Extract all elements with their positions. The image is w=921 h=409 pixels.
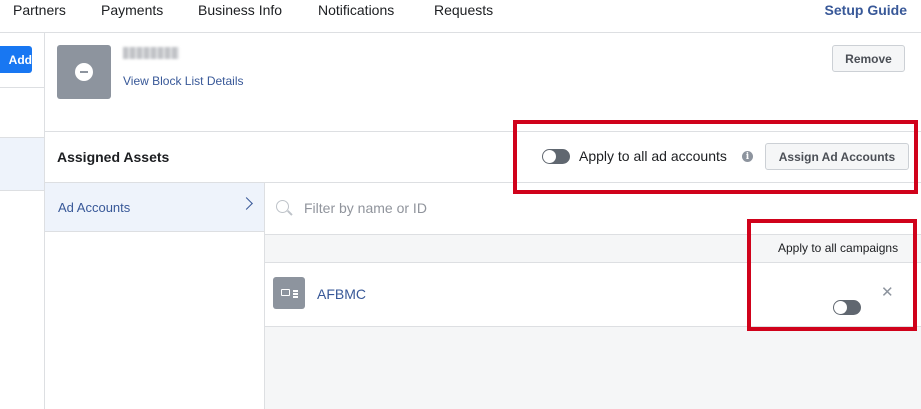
nav-notifications[interactable]: Notifications bbox=[318, 2, 394, 18]
divider bbox=[0, 87, 44, 88]
left-list bbox=[0, 33, 45, 409]
nav-partners[interactable]: Partners bbox=[13, 2, 66, 18]
block-icon bbox=[57, 45, 111, 99]
nav-payments[interactable]: Payments bbox=[101, 2, 163, 18]
setup-guide-link[interactable]: Setup Guide bbox=[825, 2, 907, 18]
add-button[interactable]: Add bbox=[0, 46, 32, 73]
category-ad-accounts-label: Ad Accounts bbox=[58, 200, 131, 215]
nav-requests[interactable]: Requests bbox=[434, 2, 493, 18]
add-button-label: Add bbox=[8, 52, 32, 67]
divider bbox=[0, 190, 44, 191]
view-block-list-details-link[interactable]: View Block List Details bbox=[123, 74, 244, 88]
remove-button[interactable]: Remove bbox=[832, 45, 905, 72]
ad-account-icon bbox=[273, 277, 305, 309]
highlight-box bbox=[513, 120, 918, 194]
asset-name[interactable]: AFBMC bbox=[317, 286, 366, 302]
nav-business-info[interactable]: Business Info bbox=[198, 2, 282, 18]
assigned-assets-title: Assigned Assets bbox=[57, 149, 170, 165]
search-icon bbox=[276, 200, 289, 213]
highlight-box bbox=[747, 219, 917, 331]
block-list-name-redacted bbox=[123, 47, 179, 59]
left-list-selected-item[interactable] bbox=[0, 138, 44, 190]
filter-search-input[interactable] bbox=[298, 196, 710, 220]
